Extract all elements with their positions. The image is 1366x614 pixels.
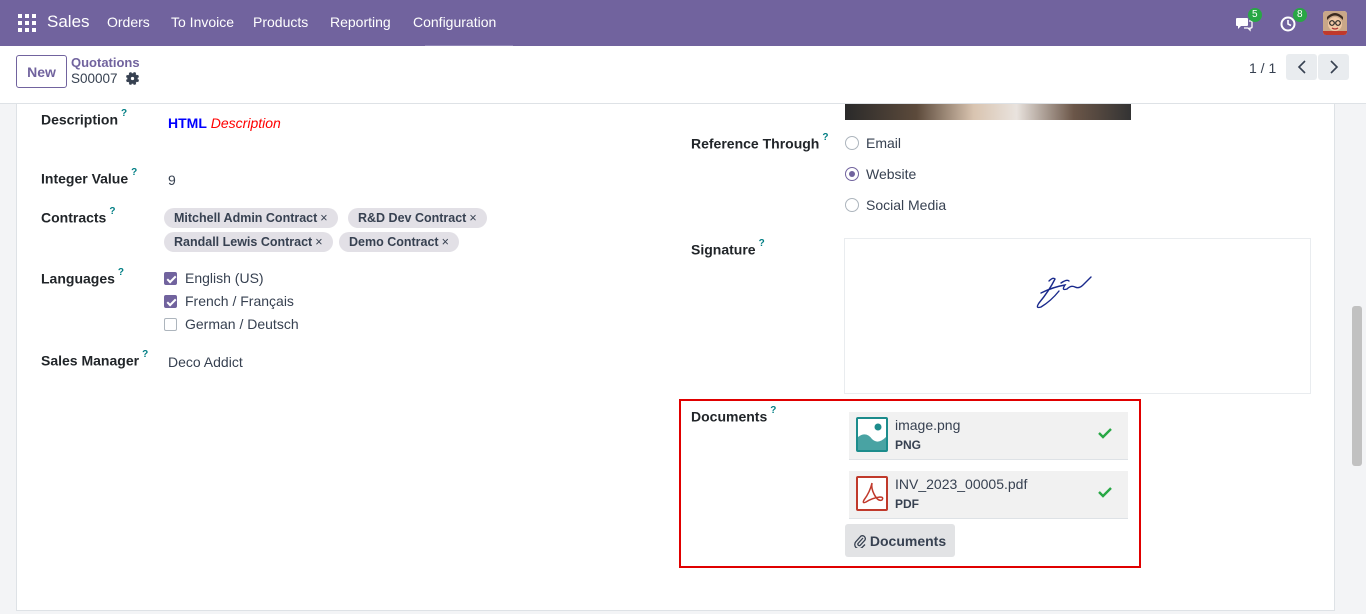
sales-manager-help-icon[interactable]: ? [142, 349, 148, 360]
description-help-icon[interactable]: ? [121, 108, 127, 119]
contract-tag[interactable]: Mitchell Admin Contract × [164, 208, 338, 228]
pager-value[interactable]: 1 / 1 [1249, 60, 1276, 76]
description-html-bold: HTML [168, 115, 207, 131]
messages-badge: 5 [1248, 8, 1262, 22]
languages-help-icon[interactable]: ? [118, 267, 124, 278]
integer-value-help-icon[interactable]: ? [131, 167, 137, 178]
remove-tag-icon[interactable]: × [442, 235, 449, 249]
contracts-help-icon[interactable]: ? [109, 206, 115, 217]
radio-label-social-media[interactable]: Social Media [866, 197, 946, 213]
signature-field[interactable] [844, 238, 1311, 394]
avatar-face-icon [1323, 11, 1347, 35]
language-option-label[interactable]: German / Deutsch [185, 316, 299, 332]
contract-tag[interactable]: R&D Dev Contract × [348, 208, 487, 228]
radio-label-website[interactable]: Website [866, 166, 916, 182]
control-panel: New Quotations S00007 1 / 1 [0, 46, 1366, 104]
chevron-left-icon [1297, 60, 1306, 74]
signature-label: Signature? [691, 238, 765, 258]
activities-badge: 8 [1293, 8, 1307, 22]
remove-tag-icon[interactable]: × [320, 211, 327, 225]
integer-value-field[interactable]: 9 [168, 172, 176, 188]
menu-products[interactable]: Products [253, 14, 308, 30]
contracts-label: Contracts? [41, 206, 116, 226]
reference-through-label: Reference Through? [691, 132, 829, 152]
signature-scribble [1036, 276, 1092, 309]
user-avatar[interactable] [1323, 11, 1347, 35]
radio-website[interactable] [845, 167, 859, 181]
breadcrumb-current-record: S00007 [71, 71, 118, 86]
language-checkbox-french[interactable] [164, 295, 177, 308]
radio-social-media[interactable] [845, 198, 859, 212]
contract-tag[interactable]: Demo Contract × [339, 232, 459, 252]
description-label: Description? [41, 108, 128, 128]
language-checkbox-german[interactable] [164, 318, 177, 331]
breadcrumb-quotations[interactable]: Quotations [71, 55, 140, 70]
menu-reporting[interactable]: Reporting [330, 14, 391, 30]
pager-next-button[interactable] [1318, 54, 1349, 80]
languages-label: Languages? [41, 267, 125, 287]
menu-configuration[interactable]: Configuration [413, 14, 496, 30]
radio-label-email[interactable]: Email [866, 135, 901, 151]
new-button[interactable]: New [16, 55, 67, 88]
apps-menu-icon[interactable] [18, 14, 36, 32]
integer-value-label: Integer Value? [41, 167, 138, 187]
radio-email[interactable] [845, 136, 859, 150]
sales-manager-field[interactable]: Deco Addict [168, 354, 243, 370]
signature-help-icon[interactable]: ? [759, 238, 765, 249]
contract-tag[interactable]: Randall Lewis Contract × [164, 232, 333, 252]
image-preview [845, 104, 1131, 120]
scrollbar-thumb[interactable] [1352, 306, 1362, 466]
gear-icon[interactable] [126, 72, 140, 88]
language-option-label[interactable]: French / Français [185, 293, 294, 309]
description-html-italic: Description [210, 115, 281, 131]
pager-previous-button[interactable] [1286, 54, 1317, 80]
sales-manager-label: Sales Manager? [41, 349, 149, 369]
reference-through-help-icon[interactable]: ? [822, 132, 828, 143]
remove-tag-icon[interactable]: × [469, 211, 476, 225]
highlight-frame [679, 399, 1141, 568]
menu-orders[interactable]: Orders [107, 14, 150, 30]
menu-to-invoice[interactable]: To Invoice [171, 14, 234, 30]
language-option-label[interactable]: English (US) [185, 270, 264, 286]
top-navbar: Sales Orders To Invoice Products Reporti… [0, 0, 1366, 46]
description-field[interactable]: HTML Description [168, 115, 281, 131]
app-brand[interactable]: Sales [47, 12, 90, 32]
remove-tag-icon[interactable]: × [315, 235, 322, 249]
language-checkbox-english[interactable] [164, 272, 177, 285]
chevron-right-icon [1329, 60, 1338, 74]
